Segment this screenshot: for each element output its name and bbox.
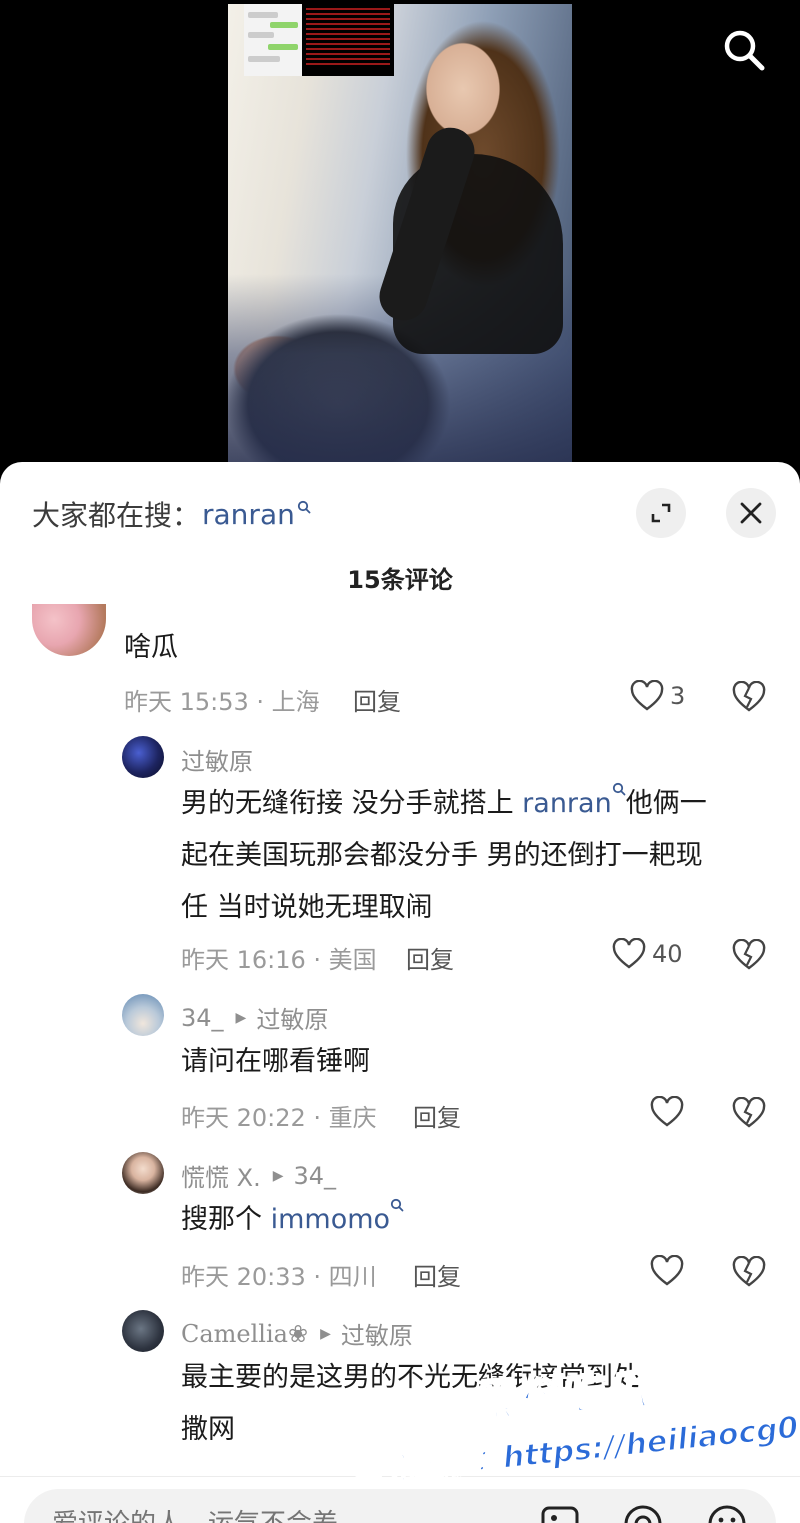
like-button[interactable]: 40 [612,938,683,970]
avatar[interactable] [122,736,164,778]
search-icon [297,500,311,514]
comment-text: 搜那个 immomo [181,1194,404,1246]
comment-author: 过敏原 [181,742,253,777]
comment-text-part: 搜那个 [181,1204,271,1235]
expand-button[interactable] [636,488,686,538]
close-icon [740,502,762,524]
comment-time: 昨天 16:16 · 美国 [181,946,377,974]
reply-to-name[interactable]: 过敏原 [256,1000,328,1035]
broken-heart-icon[interactable] [732,1097,766,1129]
comment-count: 15条评论 [347,566,453,594]
comment-input-bar [0,1476,800,1523]
comment-text-part: 常到处 [559,1362,640,1393]
sheet-header: 大家都在搜： ranran [0,462,800,562]
trending-prefix: 大家都在搜： [32,499,201,532]
like-count: 40 [652,940,683,968]
comment-time: 昨天 20:22 · 重庆 [181,1104,377,1132]
video-player[interactable] [0,0,800,480]
comment-time: 昨天 20:33 · 四川 [181,1263,377,1291]
like-count: 3 [670,682,686,710]
comment-author: Camellia❀ ▶ 过敏原 [181,1316,413,1351]
expand-icon [651,503,671,523]
comment-text-line: 最主要的是这男的不光无缝衔接 [181,1362,559,1393]
comment-author: 慌慌 X. ▶ 34_ [181,1158,336,1193]
avatar[interactable] [122,1152,164,1194]
like-button[interactable] [650,1096,684,1128]
emoji-icon[interactable] [706,1503,748,1523]
reply-button[interactable]: 回复 [353,682,401,717]
reply-button[interactable]: 回复 [413,1257,461,1292]
comment-keyword-link[interactable]: immomo [271,1204,390,1235]
comment-text: 啥瓜 [124,632,178,663]
avatar[interactable] [122,1310,164,1352]
comment-text-line: 起在美国玩那会都没分手 男的还倒打一耙现 [181,840,703,871]
heart-icon [650,1096,684,1127]
author-name[interactable]: Camellia❀ [181,1320,308,1348]
at-icon[interactable] [622,1503,664,1523]
broken-heart-icon[interactable] [732,1256,766,1288]
comment-text: 男的无缝衔接 没分手就搭上 ranran 他俩一 起在美国玩那会都没分手 男的还倒… [181,778,781,934]
search-icon [390,1198,404,1212]
comment-sheet: 大家都在搜： ranran 15条评论 啥瓜 昨天 15:53 · 上海 回复 [0,462,800,1523]
search-icon [612,782,626,796]
trending-search[interactable]: 大家都在搜： ranran [32,494,311,534]
comment-text: 最主要的是这男的不光无缝衔接常到处 撒网 [181,1352,781,1456]
comment-author: 34_ ▶ 过敏原 [181,1000,328,1035]
search-button[interactable] [716,22,772,78]
author-name[interactable]: 慌慌 X. [181,1158,261,1193]
comment-text-line: 撒网 [181,1414,235,1445]
avatar[interactable] [32,604,106,656]
avatar[interactable] [122,994,164,1036]
author-name[interactable]: 过敏原 [181,742,253,777]
image-icon[interactable] [540,1503,580,1523]
like-button[interactable]: 3 [630,680,685,712]
trending-keyword[interactable]: ranran [202,498,295,531]
reply-button[interactable]: 回复 [413,1098,461,1133]
reply-arrow-icon: ▶ [272,1167,284,1184]
close-button[interactable] [726,488,776,538]
comment-text: 请问在哪看锤啊 [181,1046,370,1077]
video-inset-screenshot [244,4,394,76]
heart-icon [612,938,646,969]
comment-time: 昨天 15:53 · 上海 [124,688,320,716]
like-button[interactable] [650,1255,684,1287]
search-icon [724,30,765,71]
reply-to-name[interactable]: 34_ [293,1162,336,1190]
broken-heart-icon[interactable] [732,681,766,713]
comment-text-part: 他俩一 [625,788,707,819]
author-name[interactable]: 34_ [181,1004,224,1032]
reply-to-name[interactable]: 过敏原 [341,1316,413,1351]
reply-arrow-icon: ▶ [320,1325,331,1342]
reply-button[interactable]: 回复 [406,940,454,975]
comment-text-part: 男的无缝衔接 没分手就搭上 [181,788,523,819]
inset-text [306,8,390,68]
reply-arrow-icon: ▶ [235,1009,247,1026]
heart-icon [630,680,664,711]
heart-icon [650,1255,684,1286]
comment-text-line: 任 当时说她无理取闹 [181,892,433,923]
inset-chat [244,4,302,76]
comment-keyword-link[interactable]: ranran [522,788,612,819]
broken-heart-icon[interactable] [732,939,766,971]
